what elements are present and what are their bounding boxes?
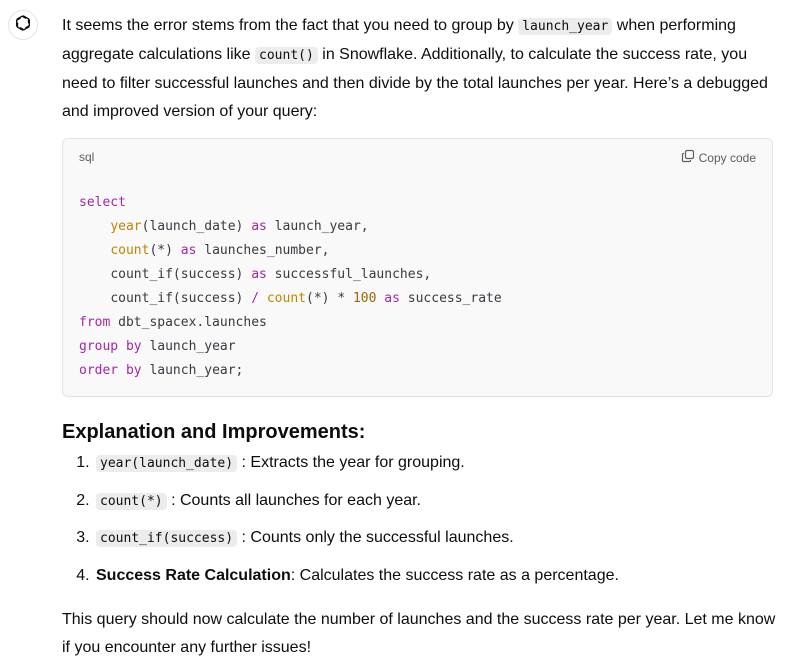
inline-code: count_if(success)	[96, 530, 238, 547]
inline-code: launch_year	[518, 18, 613, 35]
copy-code-button[interactable]: Copy code	[681, 149, 756, 166]
intro-text-1: It seems the error stems from the fact t…	[62, 17, 519, 34]
copy-code-label: Copy code	[698, 150, 756, 165]
openai-logo-icon	[13, 13, 33, 38]
inline-code: year(launch_date)	[96, 455, 238, 472]
list-item: count(*) : Counts all launches for each …	[94, 489, 777, 514]
intro-paragraph: It seems the error stems from the fact t…	[62, 12, 777, 126]
code-language-label: sql	[79, 150, 95, 164]
assistant-avatar	[8, 10, 38, 40]
sql-code: select year(launch_date) as launch_year,…	[79, 195, 502, 378]
list-item: count_if(success) : Counts only the succ…	[94, 526, 777, 551]
bold-term: Success Rate Calculation	[96, 566, 291, 584]
section-heading: Explanation and Improvements:	[62, 421, 366, 443]
inline-code: count()	[255, 47, 318, 64]
code-block: sql Copy code select year(launch_date) a…	[62, 138, 773, 397]
closing-paragraph: This query should now calculate the numb…	[62, 610, 776, 656]
assistant-message: It seems the error stems from the fact t…	[62, 0, 777, 662]
explanation-list: year(launch_date) : Extracts the year fo…	[62, 451, 777, 588]
list-item: year(launch_date) : Extracts the year fo…	[94, 451, 777, 476]
copy-icon	[681, 149, 695, 166]
list-item: Success Rate Calculation: Calculates the…	[94, 564, 777, 588]
inline-code: count(*)	[96, 492, 167, 510]
